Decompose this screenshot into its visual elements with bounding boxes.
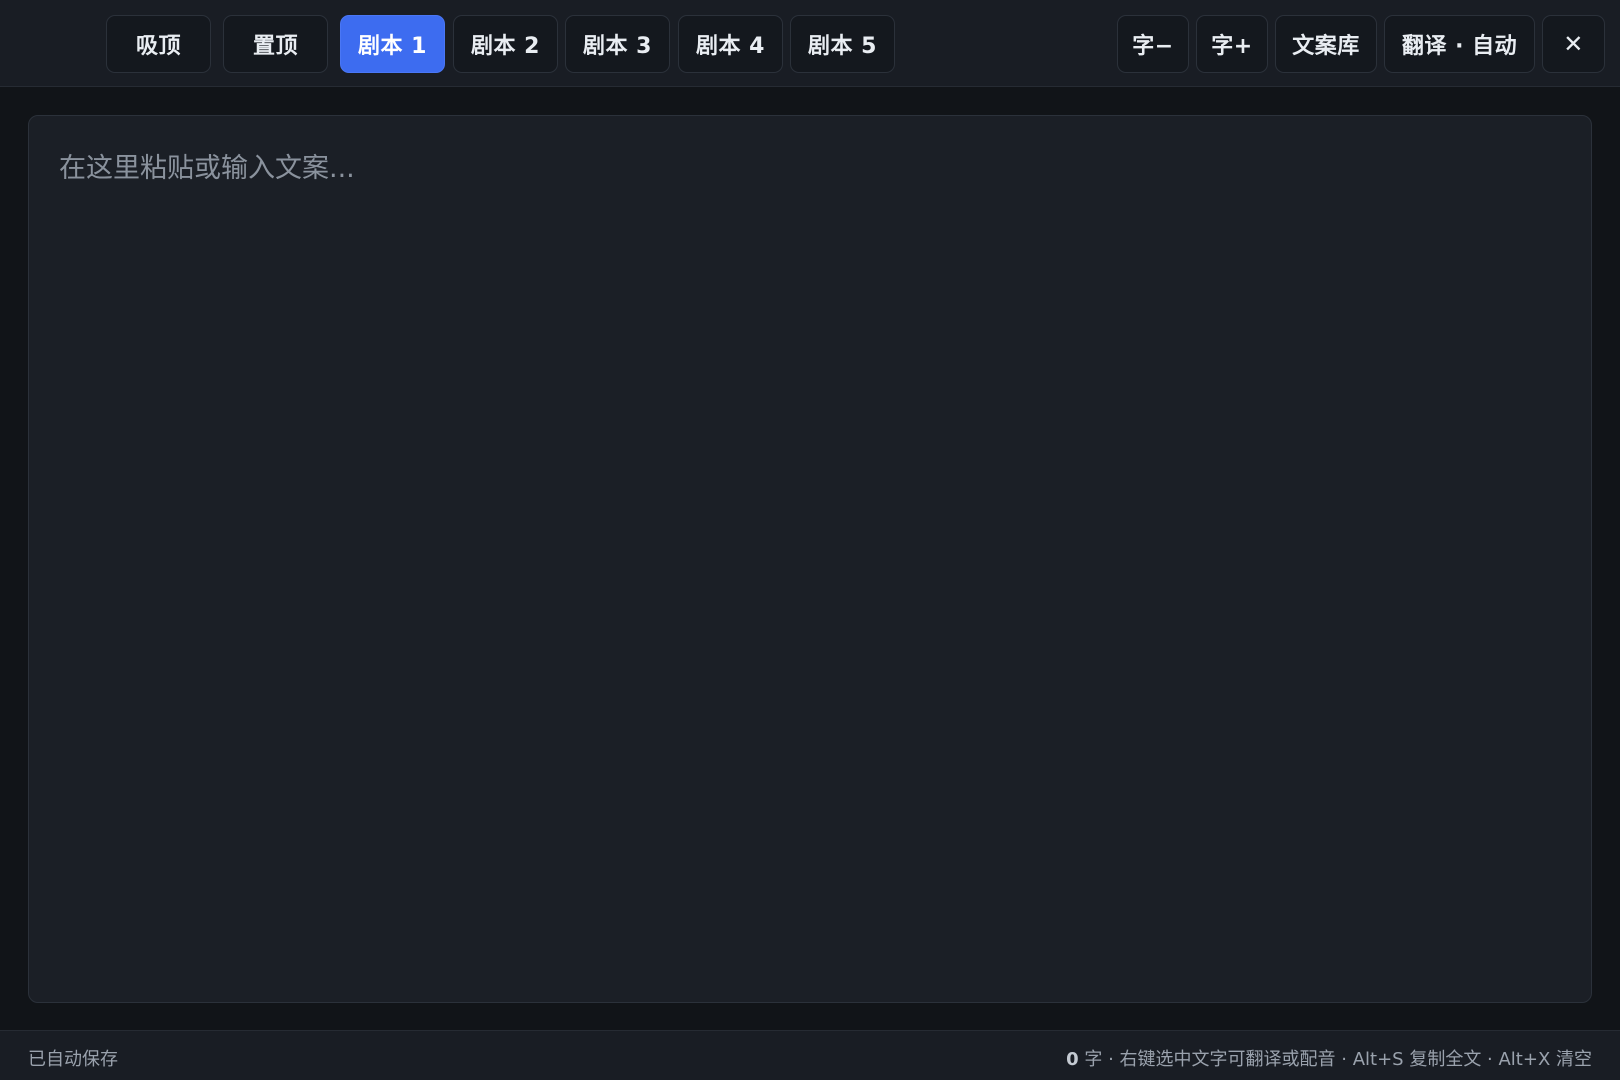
pin-top-button[interactable]: 置顶 <box>223 15 328 73</box>
char-unit: 字 <box>1084 1049 1103 1070</box>
tab-script-5[interactable]: 剧本 5 <box>790 15 895 73</box>
tab-script-3[interactable]: 剧本 3 <box>565 15 670 73</box>
copy-library-button[interactable]: 文案库 <box>1275 15 1377 73</box>
editor-panel <box>28 115 1592 1003</box>
script-text-editor[interactable] <box>29 116 1591 1002</box>
snap-top-button[interactable]: 吸顶 <box>106 15 211 73</box>
status-bar: 已自动保存 0 字 · 右键选中文字可翻译或配音 · Alt+S 复制全文 · … <box>0 1030 1620 1080</box>
top-toolbar: 吸顶 置顶 剧本 1 剧本 2 剧本 3 剧本 4 剧本 5 字− 字+ 文案库… <box>0 0 1620 87</box>
status-hints: 0 字 · 右键选中文字可翻译或配音 · Alt+S 复制全文 · Alt+X … <box>1066 1045 1592 1071</box>
close-button[interactable]: ✕ <box>1542 15 1605 73</box>
close-icon: ✕ <box>1563 30 1584 58</box>
translate-mode-button[interactable]: 翻译 · 自动 <box>1384 15 1535 73</box>
save-status: 已自动保存 <box>28 1049 118 1070</box>
tab-script-2[interactable]: 剧本 2 <box>453 15 558 73</box>
tab-script-4[interactable]: 剧本 4 <box>678 15 783 73</box>
tab-script-1[interactable]: 剧本 1 <box>340 15 445 73</box>
font-decrease-button[interactable]: 字− <box>1117 15 1189 73</box>
app-window: 吸顶 置顶 剧本 1 剧本 2 剧本 3 剧本 4 剧本 5 字− 字+ 文案库… <box>0 0 1620 1080</box>
shortcut-hints: · 右键选中文字可翻译或配音 · Alt+S 复制全文 · Alt+X 清空 <box>1102 1049 1592 1070</box>
char-count: 0 <box>1066 1049 1079 1070</box>
font-increase-button[interactable]: 字+ <box>1196 15 1268 73</box>
